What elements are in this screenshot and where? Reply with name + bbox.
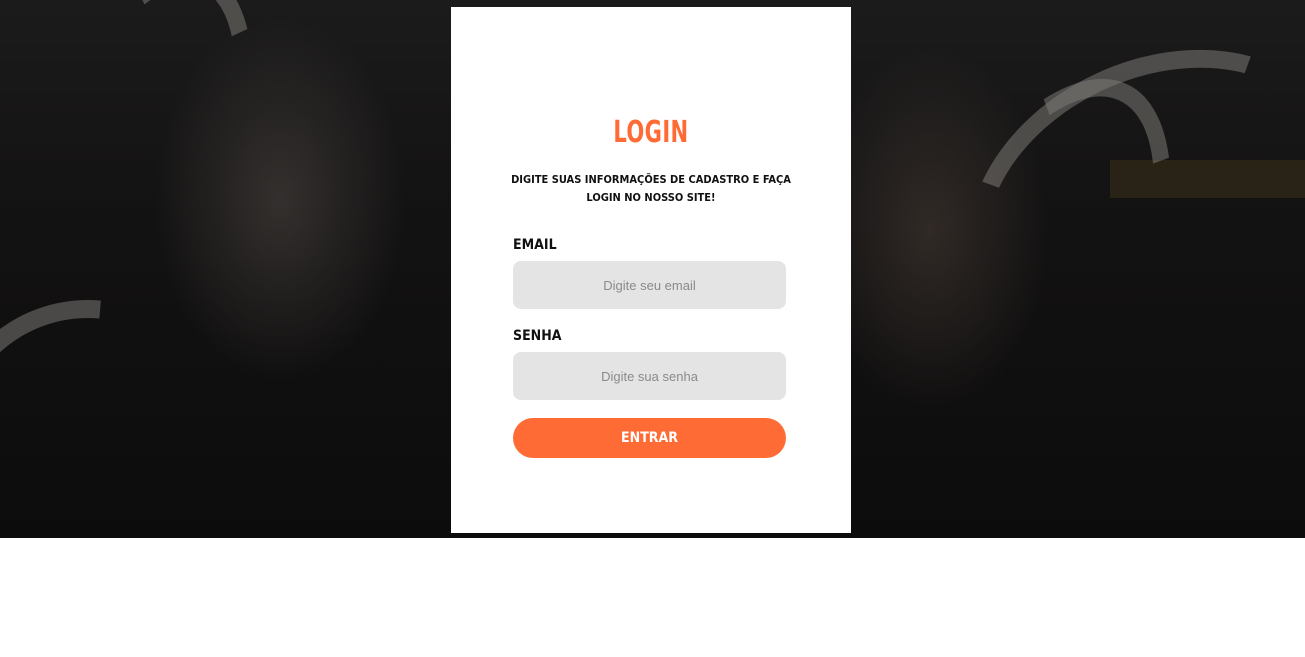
submit-button[interactable]: ENTRAR — [513, 418, 786, 458]
password-label: SENHA — [513, 328, 562, 344]
email-input[interactable] — [513, 261, 786, 309]
password-input[interactable] — [513, 352, 786, 400]
login-title: LOGIN — [613, 115, 689, 150]
login-subtitle: DIGITE SUAS INFORMAÇÕES DE CADASTRO E FA… — [511, 173, 791, 204]
email-label: EMAIL — [513, 237, 557, 253]
login-card: LOGIN DIGITE SUAS INFORMAÇÕES DE CADASTR… — [451, 7, 851, 533]
